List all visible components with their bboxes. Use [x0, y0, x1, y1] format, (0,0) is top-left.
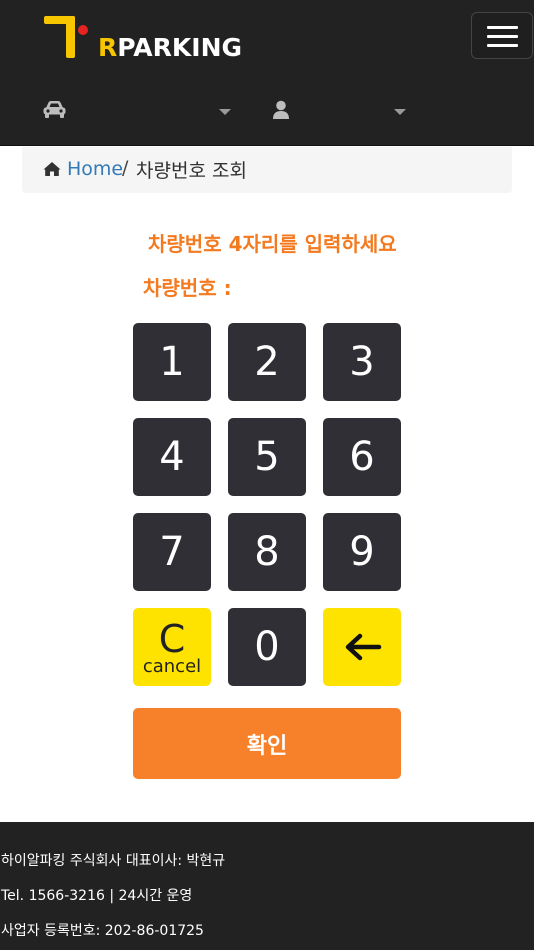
keypad-4-button[interactable]: 4 [133, 418, 211, 496]
keypad-7-button[interactable]: 7 [133, 513, 211, 591]
nav-user-dropdown[interactable] [272, 95, 408, 127]
chevron-down-icon [219, 109, 231, 115]
nav-car-dropdown[interactable] [42, 95, 234, 127]
cancel-letter: C [158, 617, 186, 661]
confirm-button[interactable]: 확인 [133, 708, 401, 779]
menu-bar [487, 26, 518, 29]
keypad-9-button[interactable]: 9 [323, 513, 401, 591]
site-footer: 하이알파킹 주식회사 대표이사: 박현규 Tel. 1566-3216 | 24… [0, 822, 534, 950]
menu-bar [487, 44, 518, 47]
car-icon [43, 101, 66, 118]
instruction-text: 차량번호 4자리를 입력하세요 [148, 232, 397, 256]
breadcrumb: Home / 차량번호 조회 [22, 147, 512, 193]
user-icon [273, 100, 289, 119]
keypad-5-button[interactable]: 5 [228, 418, 306, 496]
arrow-left-icon [345, 633, 382, 661]
logo-mark-icon [44, 16, 88, 58]
breadcrumb-current: 차량번호 조회 [136, 160, 247, 182]
footer-company: 하이알파킹 주식회사 대표이사: 박현규 [1, 853, 226, 869]
keypad-2-button[interactable]: 2 [228, 323, 306, 401]
keypad-backspace-button[interactable] [323, 608, 401, 686]
plate-number-label: 차량번호 : [143, 276, 232, 300]
breadcrumb-home-link[interactable]: Home [67, 158, 123, 180]
keypad-8-button[interactable]: 8 [228, 513, 306, 591]
chevron-down-icon [394, 109, 406, 115]
footer-business-number: 사업자 등록번호: 202-86-01725 [1, 923, 204, 939]
cancel-label: cancel [142, 656, 202, 677]
keypad-0-button[interactable]: 0 [228, 608, 306, 686]
footer-tel: Tel. 1566-3216 | 24시간 운영 [1, 888, 193, 904]
hamburger-menu-button[interactable] [471, 12, 533, 59]
logo-text: RPARKING [98, 33, 243, 62]
home-icon [43, 162, 61, 176]
keypad-6-button[interactable]: 6 [323, 418, 401, 496]
keypad-1-button[interactable]: 1 [133, 323, 211, 401]
keypad-cancel-button[interactable]: C cancel [133, 608, 211, 686]
keypad-3-button[interactable]: 3 [323, 323, 401, 401]
menu-bar [487, 35, 518, 38]
breadcrumb-separator: / [122, 157, 129, 179]
site-header: RPARKING [0, 0, 534, 146]
